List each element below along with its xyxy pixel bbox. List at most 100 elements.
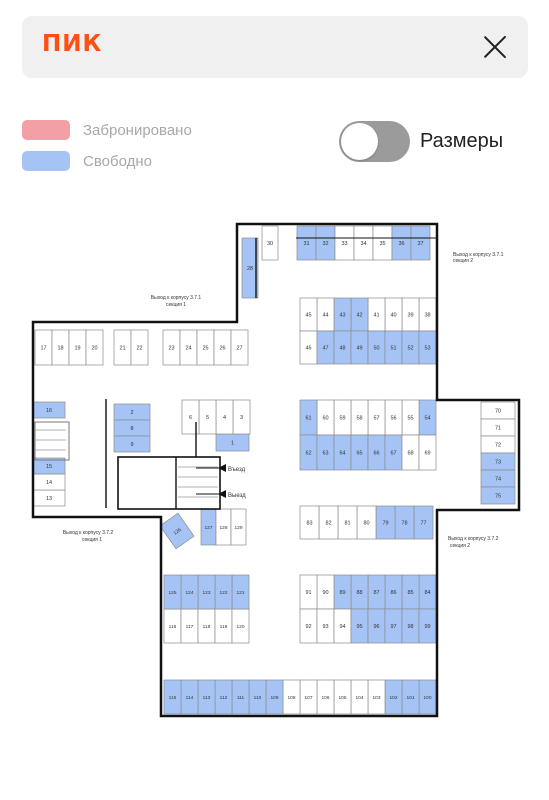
parking-spot-129: 129: [230, 508, 247, 546]
parking-spot-65[interactable]: 65: [350, 434, 369, 471]
spot-number: 60: [322, 416, 328, 422]
spot-number: 116: [169, 624, 177, 630]
parking-spot-81: 81: [337, 505, 358, 540]
exit-label-1-section: секция 1: [166, 302, 186, 308]
spot-number: 94: [339, 624, 345, 630]
parking-spot-32[interactable]: 32: [315, 225, 336, 261]
parking-spot-31[interactable]: 31: [296, 225, 317, 261]
parking-spot-51[interactable]: 51: [384, 330, 403, 365]
parking-spot-22: 22: [130, 329, 149, 366]
spot-number: 97: [390, 624, 396, 630]
spot-number: 80: [363, 521, 369, 527]
parking-spot-84[interactable]: 84: [418, 574, 437, 610]
spot-number: 2: [130, 410, 133, 416]
parking-spot-99[interactable]: 99: [418, 608, 437, 644]
spot-number: 19: [74, 346, 80, 352]
spot-number: 32: [322, 241, 328, 247]
parking-spot-36[interactable]: 36: [391, 225, 412, 261]
spot-number: 50: [373, 346, 379, 352]
parking-spot-121[interactable]: 121: [231, 574, 250, 610]
parking-spot-48[interactable]: 48: [333, 330, 352, 365]
parking-spot-4: 4: [215, 399, 234, 435]
parking-spot-123[interactable]: 123: [197, 574, 216, 610]
parking-spot-49[interactable]: 49: [350, 330, 369, 365]
exit-label-4-section: секция 2: [450, 543, 470, 549]
parking-spot-113[interactable]: 113: [197, 679, 216, 715]
parking-spot-87[interactable]: 87: [367, 574, 386, 610]
parking-spot-75[interactable]: 75: [480, 486, 516, 505]
spot-number: 73: [495, 460, 501, 466]
parking-spot-100[interactable]: 100: [418, 679, 437, 715]
parking-spot-9[interactable]: 9: [113, 435, 151, 453]
parking-spot-115[interactable]: 115: [163, 679, 182, 715]
parking-spot-37[interactable]: 37: [410, 225, 431, 261]
parking-spot-109[interactable]: 109: [265, 679, 284, 715]
spot-number: 64: [339, 451, 345, 457]
parking-spot-89[interactable]: 89: [333, 574, 352, 610]
parking-spot-2[interactable]: 2: [113, 403, 151, 421]
parking-spot-127[interactable]: 127: [200, 508, 217, 546]
parking-spot-97[interactable]: 97: [384, 608, 403, 644]
entry-label: Въезд: [228, 467, 246, 473]
parking-spot-33: 33: [334, 225, 355, 261]
parking-spot-102[interactable]: 102: [384, 679, 403, 715]
spot-number: 25: [202, 346, 208, 352]
parking-spot-47[interactable]: 47: [316, 330, 335, 365]
parking-spot-73[interactable]: 73: [480, 452, 516, 471]
parking-spot-78[interactable]: 78: [394, 505, 415, 540]
spot-number: 90: [322, 590, 328, 596]
parking-spot-66[interactable]: 66: [367, 434, 386, 471]
spot-number: 103: [372, 695, 380, 701]
spot-number: 122: [219, 590, 227, 596]
parking-spot-62[interactable]: 62: [299, 434, 318, 471]
parking-spot-88[interactable]: 88: [350, 574, 369, 610]
parking-spot-111[interactable]: 111: [231, 679, 250, 715]
spot-number: 125: [168, 590, 176, 596]
parking-spot-42[interactable]: 42: [350, 297, 369, 332]
spot-number: 101: [406, 695, 414, 701]
parking-spot-53[interactable]: 53: [418, 330, 437, 365]
parking-spot-114[interactable]: 114: [180, 679, 199, 715]
spot-number: 70: [495, 409, 501, 415]
parking-spot-126[interactable]: 126: [159, 512, 195, 550]
parking-spot-67[interactable]: 67: [384, 434, 403, 471]
parking-spot-74[interactable]: 74: [480, 469, 516, 488]
parking-spot-86[interactable]: 86: [384, 574, 403, 610]
parking-spot-77[interactable]: 77: [413, 505, 434, 540]
spot-number: 36: [398, 241, 404, 247]
parking-spot-64[interactable]: 64: [333, 434, 352, 471]
parking-spot-52[interactable]: 52: [401, 330, 420, 365]
parking-spot-124[interactable]: 124: [180, 574, 199, 610]
parking-spot-112[interactable]: 112: [214, 679, 233, 715]
parking-spot-14: 14: [32, 473, 66, 491]
parking-spot-94: 94: [333, 608, 352, 644]
parking-spot-98[interactable]: 98: [401, 608, 420, 644]
spot-number: 88: [356, 590, 362, 596]
spot-number: 75: [495, 494, 501, 500]
parking-spot-79[interactable]: 79: [375, 505, 396, 540]
parking-spot-95[interactable]: 95: [350, 608, 369, 644]
spot-number: 61: [305, 416, 311, 422]
parking-spot-63[interactable]: 63: [316, 434, 335, 471]
parking-spot-43[interactable]: 43: [333, 297, 352, 332]
parking-spot-125[interactable]: 125: [163, 574, 182, 610]
parking-spot-106: 106: [316, 679, 335, 715]
parking-spot-5: 5: [198, 399, 217, 435]
parking-spot-61[interactable]: 61: [299, 399, 318, 436]
parking-spot-101[interactable]: 101: [401, 679, 420, 715]
parking-spot-96[interactable]: 96: [367, 608, 386, 644]
exit-label-1: Выход к корпусу 3.7.1: [151, 295, 202, 301]
parking-spot-54[interactable]: 54: [418, 399, 437, 436]
spot-number: 49: [356, 346, 362, 352]
parking-spot-8[interactable]: 8: [113, 419, 151, 437]
parking-spot-122[interactable]: 122: [214, 574, 233, 610]
spot-number: 17: [40, 346, 46, 352]
parking-spot-16[interactable]: 16: [32, 401, 66, 419]
parking-spot-1[interactable]: 1: [215, 433, 250, 452]
spot-number: 31: [303, 241, 309, 247]
parking-spot-50[interactable]: 50: [367, 330, 386, 365]
parking-spot-85[interactable]: 85: [401, 574, 420, 610]
parking-spot-110[interactable]: 110: [248, 679, 267, 715]
parking-spot-69: 69: [418, 434, 437, 471]
spot-number: 20: [91, 346, 97, 352]
